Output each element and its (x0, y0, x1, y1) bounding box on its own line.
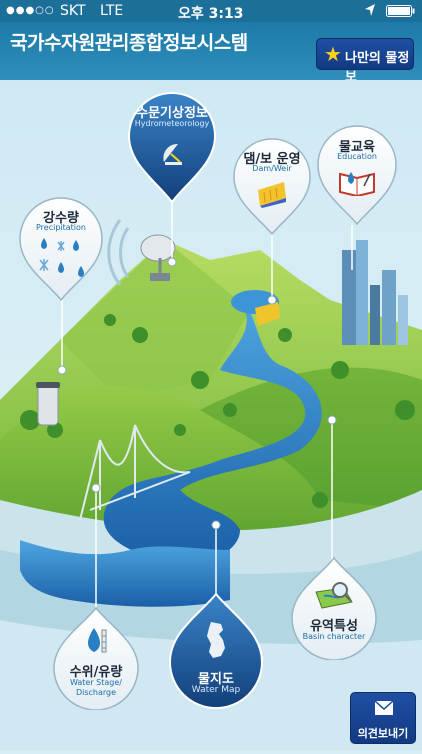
precipitation-label-en: Precipitation (35, 223, 86, 232)
water-stage-label-en-2: Discharge (75, 688, 117, 697)
envelope-icon (374, 699, 394, 719)
app-title: 국가수자원관리종합정보시스템 (10, 32, 248, 54)
star-icon: ★ (324, 42, 342, 66)
battery-icon (386, 5, 416, 21)
water-stage-label-en-1: Water Stage/ (69, 678, 122, 687)
water-stage-menu-button[interactable]: 수위/유량 Water Stage/ Discharge (52, 606, 140, 710)
send-feedback-button[interactable]: 의견보내기 (350, 692, 416, 744)
send-feedback-label: 의견보내기 (357, 727, 409, 740)
water-map-label-en: Water Map (191, 685, 241, 695)
carrier-name: SKT (60, 3, 86, 19)
landscape-illustration: 수문기상정보 Hydrometeorology 댐/보 운영 Dam/Weir … (0, 80, 422, 750)
network-type: LTE (100, 3, 124, 19)
signal-strength-icon: ●●●○○ (6, 5, 55, 16)
hydrometeorology-label-en: Hydrometeorology (134, 119, 210, 128)
location-arrow-icon (364, 3, 376, 21)
clock: 오후 3:13 (178, 6, 244, 22)
basin-character-label-en: Basin character (302, 632, 366, 641)
education-label-en: Education (337, 152, 377, 161)
hydrometeorology-menu-button[interactable]: 수문기상정보 Hydrometeorology (127, 92, 217, 204)
education-menu-button[interactable]: 물교육 Education (316, 124, 398, 226)
status-bar: ●●●○○ SKT LTE 오후 3:13 (0, 0, 422, 22)
app-header: 국가수자원관리종합정보시스템 ★ 나만의 물정보 (0, 22, 422, 85)
precipitation-menu-button[interactable]: 강수량 Precipitation (18, 196, 104, 302)
basin-character-menu-button[interactable]: 유역특성 Basin character (290, 556, 378, 660)
water-map-menu-button[interactable]: 물지도 Water Map (168, 592, 264, 710)
dam-weir-label-en: Dam/Weir (252, 164, 292, 173)
dam-weir-menu-button[interactable]: 댐/보 운영 Dam/Weir (232, 138, 312, 236)
my-water-info-button[interactable]: ★ 나만의 물정보 (316, 38, 414, 85)
